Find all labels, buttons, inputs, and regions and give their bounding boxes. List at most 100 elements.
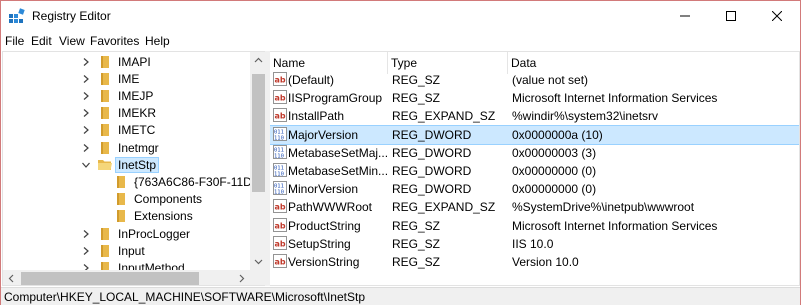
svg-text:110: 110 [274,135,284,141]
tree-vertical-thumb[interactable] [252,74,265,192]
folder-icon [101,72,109,85]
menu-help[interactable]: Help [145,34,170,48]
binary-value-icon: 011110 [273,126,287,141]
tree-item-label: Input [118,243,145,258]
menu-edit[interactable]: Edit [31,34,52,48]
expand-chevron-icon[interactable] [81,143,91,153]
title-bar[interactable]: Registry Editor [1,1,800,31]
expand-chevron-icon[interactable] [81,57,91,67]
minimize-icon [680,15,690,17]
value-name: MetabaseSetMaj... [288,145,388,160]
tree-vertical-scrollbar[interactable] [250,52,265,270]
scroll-down-icon[interactable] [250,253,265,270]
svg-text:ab: ab [275,221,286,230]
tree-item[interactable]: IMETC [81,122,155,139]
svg-text:110: 110 [274,190,284,196]
tree-item[interactable]: IMEKR [81,105,156,122]
expand-chevron-icon[interactable] [81,246,91,256]
tree-item[interactable]: Extensions [97,208,193,225]
value-data: (value not set) [512,73,589,87]
value-name: SetupString [288,236,351,251]
folder-icon [117,210,125,223]
expand-chevron-icon[interactable] [81,74,91,84]
value-name: (Default) [288,73,335,87]
list-row[interactable]: ab IISProgramGroup REG_SZ Microsoft Interne… [270,89,799,107]
value-data: Microsoft Internet Information Services [512,91,718,106]
value-name: ProductString [288,218,361,233]
tree-item[interactable]: IMAPI [81,53,151,70]
list-row[interactable]: ab SetupString REG_SZ IIS 10.0 [270,235,799,253]
list-row[interactable]: 011 110 MajorVersion REG_DWORD 0x0000000a (1… [270,124,799,145]
tree-item-label: Inetmgr [118,140,159,155]
menu-favorites[interactable]: Favorites [90,34,139,48]
value-data: IIS 10.0 [512,236,554,251]
menu-view[interactable]: View [59,34,85,48]
value-name: PathWWWRoot [288,200,373,215]
maximize-button[interactable] [708,1,754,31]
tree-item[interactable]: {763A6C86-F30F-11D0 [97,173,259,190]
list-row[interactable]: ab InstallPath REG_EXPAND_SZ %windir%\syste… [270,107,799,125]
list-row[interactable]: 011 110 MinorVersion REG_DWORD 0x00000000 (0… [270,180,799,198]
value-type: REG_DWORD [392,127,472,142]
tree-item-label: IMETC [118,123,156,138]
close-icon [772,11,782,21]
binary-value-icon: 011110 [273,163,287,177]
tree-item[interactable]: InetStp [81,156,160,173]
expand-chevron-icon[interactable] [81,108,91,118]
string-value-icon: ab [273,199,287,214]
string-value-icon: ab [273,217,287,232]
value-type: REG_EXPAND_SZ [392,200,496,215]
tree-item[interactable]: InProcLogger [81,225,190,242]
tree-horizontal-thumb[interactable] [21,272,199,285]
values-list[interactable]: Name Type Data ab (Default) REG_SZ (value n… [270,51,800,286]
list-row[interactable]: ab VersionString REG_SZ Version 10.0 [270,253,799,271]
tree-horizontal-scrollbar[interactable] [3,270,265,286]
expand-chevron-icon[interactable] [81,91,91,101]
window-title: Registry Editor [32,9,111,23]
scroll-right-icon[interactable] [233,270,250,286]
chevron-placeholder [97,194,107,204]
tree-item[interactable]: Input [81,242,145,259]
close-button[interactable] [754,1,800,31]
svg-text:110: 110 [274,172,284,178]
string-value-icon: ab [273,90,287,105]
value-type: REG_SZ [392,218,441,233]
value-type: REG_SZ [392,91,441,106]
folder-icon [101,244,109,257]
tree-item-label: IME [118,71,140,86]
folder-icon [101,227,109,240]
tree-item-label: IMEKR [118,106,157,121]
svg-text:ab: ab [275,76,286,85]
list-row[interactable]: 011 110 MetabaseSetMaj... REG_DWORD 0x000000… [270,144,799,162]
list-row[interactable]: ab PathWWWRoot REG_EXPAND_SZ %SystemDrive%\… [270,198,799,216]
tree-item[interactable]: Inetmgr [81,139,159,156]
string-value-icon: ab [273,108,287,123]
registry-editor-window: Registry Editor File Edit View Favorites… [0,0,801,305]
expand-chevron-icon[interactable] [81,229,91,239]
value-type: REG_DWORD [392,145,472,160]
value-data: 0x00000003 (3) [512,145,597,160]
list-row[interactable]: ab ProductString REG_SZ Microsoft Internet … [270,217,799,235]
scroll-up-icon[interactable] [250,52,265,69]
folder-icon [101,124,109,137]
tree-item[interactable]: IMEJP [81,87,153,104]
tree-item[interactable]: Components [97,191,202,208]
list-row[interactable]: 011 110 MetabaseSetMin... REG_DWORD 0x000000… [270,162,799,180]
scroll-left-icon[interactable] [3,270,20,286]
svg-text:ab: ab [275,112,286,121]
string-value-icon: ab [273,254,287,268]
minimize-button[interactable] [662,1,708,31]
tree-item-label: IMAPI [118,54,151,69]
folder-icon [117,175,125,188]
tree-item[interactable]: IME [81,70,139,87]
string-value-icon: ab [273,235,287,250]
value-type: REG_DWORD [392,182,472,197]
key-tree[interactable]: IMAPI IME IMEJP IMEKR IMETC Inetmgr InetStp {76… [2,51,265,286]
string-value-icon: ab [273,72,287,86]
collapse-chevron-icon[interactable] [81,160,91,170]
menu-file[interactable]: File [5,34,24,48]
expand-chevron-icon[interactable] [81,125,91,135]
value-type: REG_SZ [392,255,441,269]
list-row[interactable]: ab (Default) REG_SZ (value not set) [270,71,799,89]
scrollbar-corner [250,270,265,285]
